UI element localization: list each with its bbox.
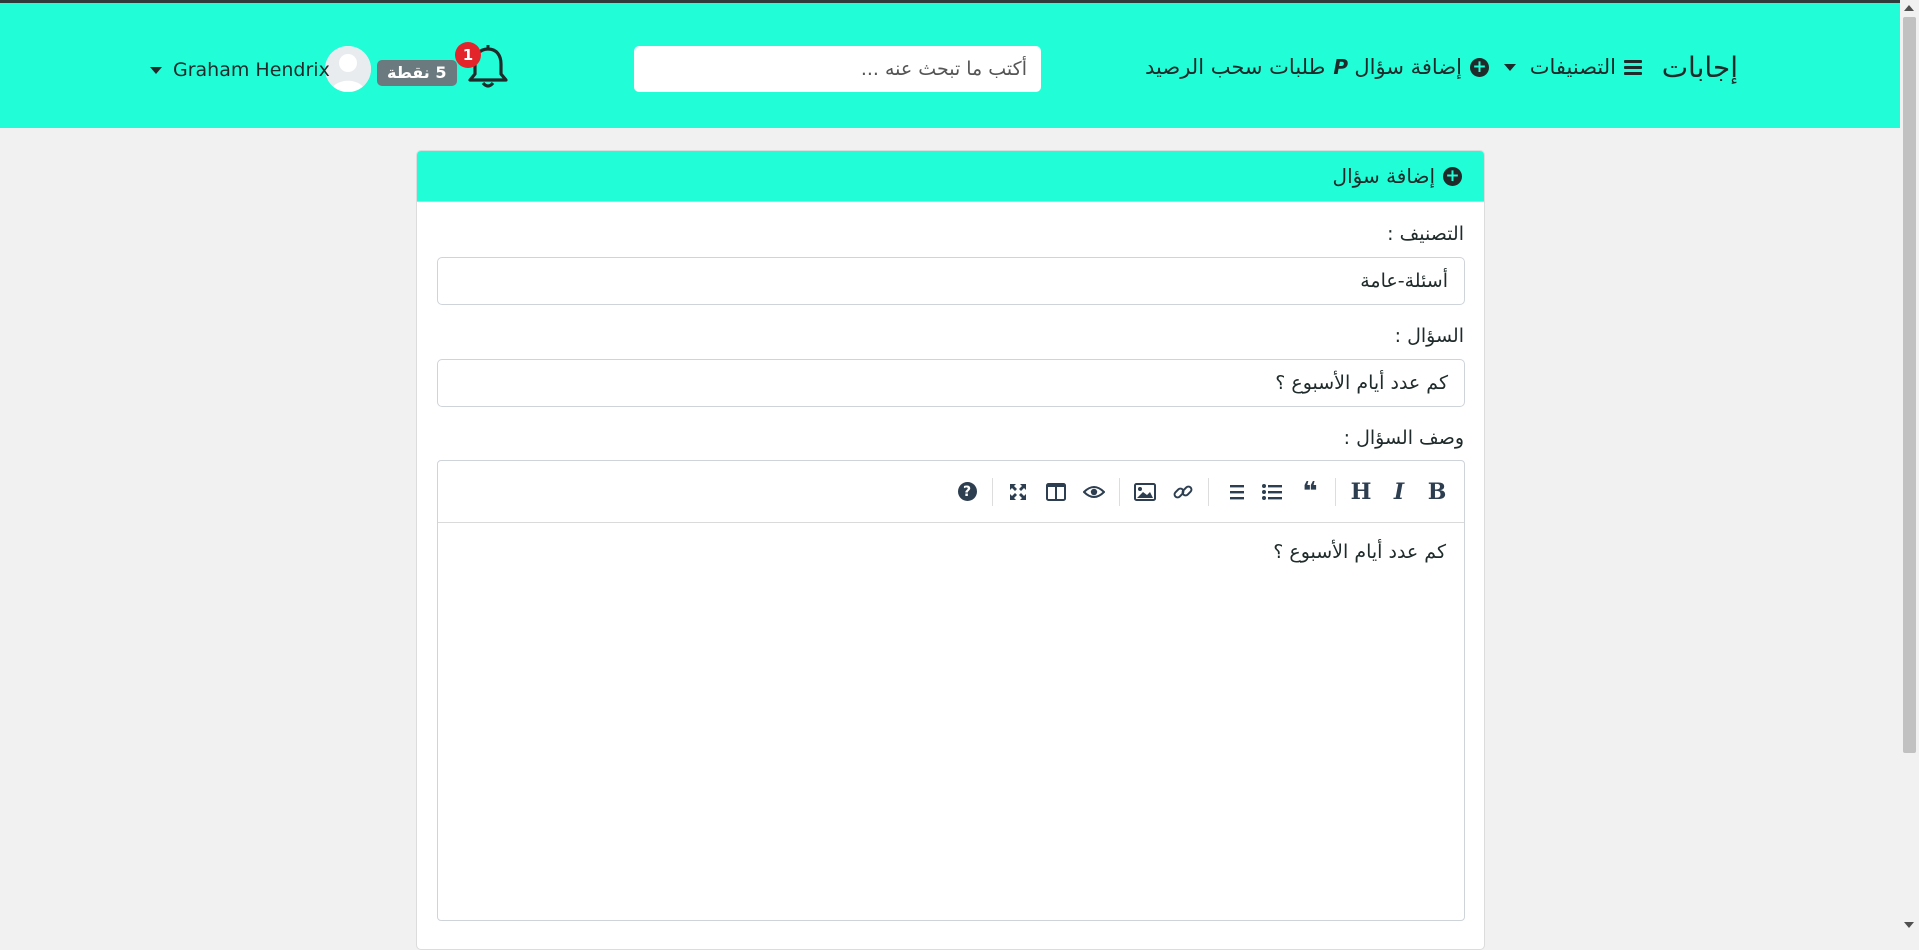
editor-toolbar: B I H ❝ 123 [438,461,1464,523]
quote-icon[interactable]: ❝ [1291,473,1329,511]
ordered-list-icon[interactable]: 123 [1215,473,1253,511]
toolbar-divider [1335,477,1336,506]
top-navbar: إجابات التصنيفات + إضافة سؤال P طلبات سح… [0,3,1900,128]
side-by-side-icon[interactable] [1037,473,1075,511]
toolbar-divider [1208,477,1209,506]
points-badge: 5 نقطة [377,60,457,86]
notification-count-badge: 1 [455,42,481,68]
brand-logo-link[interactable]: إجابات [1662,51,1738,84]
user-menu-chevron-down-icon[interactable] [150,67,162,74]
paypal-icon: P [1333,55,1348,79]
markdown-editor: B I H ❝ 123 [437,460,1465,921]
help-icon[interactable]: ? [948,473,986,511]
bold-icon[interactable]: B [1418,473,1456,511]
image-icon[interactable] [1126,473,1164,511]
avatar[interactable] [325,46,371,92]
card-title: إضافة سؤال [1332,164,1435,188]
italic-icon[interactable]: I [1380,473,1418,511]
preview-icon[interactable] [1075,473,1113,511]
nav-add-question-label: إضافة سؤال [1354,55,1462,79]
card-header: إضافة سؤال + [417,151,1484,202]
toolbar-divider [992,477,993,506]
scrollbar-thumb[interactable] [1903,17,1916,753]
category-label: التصنيف : [1387,223,1464,245]
category-field[interactable]: أسئلة-عامة [437,257,1465,305]
search-input[interactable]: أكتب ما تبحث عنه ... [634,46,1041,92]
page-scrollbar[interactable] [1900,0,1919,933]
question-label: السؤال : [1394,325,1464,347]
description-label: وصف السؤال : [1343,427,1464,449]
scroll-up-arrow-icon[interactable] [1904,5,1914,11]
question-field[interactable]: كم عدد أيام الأسبوع ؟ [437,359,1465,407]
link-icon[interactable] [1164,473,1202,511]
nav-add-question-link[interactable]: + إضافة سؤال [1354,55,1489,79]
plus-circle-icon: + [1470,57,1489,77]
nav-withdraw-label: طلبات سحب الرصيد [1145,55,1326,79]
plus-circle-icon: + [1443,166,1462,186]
toolbar-divider [1119,477,1120,506]
nav-withdraw-requests-link[interactable]: P طلبات سحب الرصيد [1145,55,1348,79]
list-icon [1624,59,1642,75]
fullscreen-icon[interactable] [999,473,1037,511]
add-question-card: إضافة سؤال + التصنيف : أسئلة-عامة السؤال… [416,150,1485,950]
heading-icon[interactable]: H [1342,473,1380,511]
scroll-down-arrow-icon[interactable] [1904,922,1914,928]
nav-categories-dropdown[interactable]: التصنيفات [1503,55,1642,79]
chevron-down-icon [1503,63,1516,71]
user-silhouette-icon [325,46,371,92]
unordered-list-icon[interactable] [1253,473,1291,511]
editor-content[interactable]: كم عدد أيام الأسبوع ؟ [438,523,1464,581]
nav-categories-label: التصنيفات [1529,55,1616,79]
user-menu-name[interactable]: Graham Hendrix [173,59,330,81]
